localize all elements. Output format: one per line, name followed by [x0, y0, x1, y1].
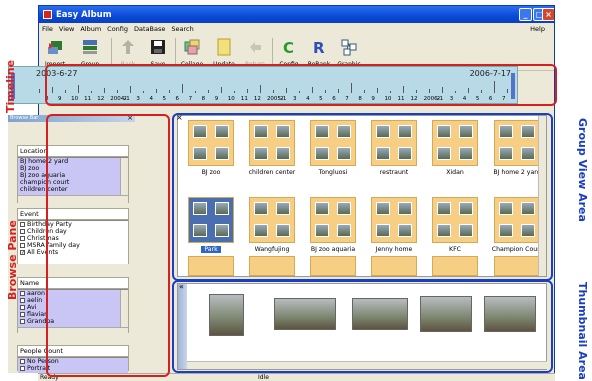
checkbox[interactable]	[20, 297, 25, 303]
config-icon: C	[283, 39, 294, 57]
timeline-highlight	[45, 64, 557, 106]
rerank-icon: R	[313, 39, 325, 57]
checkbox[interactable]	[20, 290, 25, 296]
return-icon	[250, 42, 261, 53]
import-icon	[48, 41, 62, 54]
name-label: flavian	[27, 311, 49, 318]
update-icon	[217, 38, 231, 56]
toolbar-separator	[111, 38, 112, 66]
save-icon	[151, 40, 165, 54]
minimize-button[interactable]: _	[519, 8, 532, 21]
graphic-icon	[341, 39, 357, 56]
toolbar-separator	[175, 38, 176, 66]
menu-config[interactable]: Config	[104, 25, 131, 33]
back-arrow-icon	[122, 40, 134, 54]
checkbox[interactable]	[20, 242, 25, 248]
checkbox[interactable]	[20, 304, 25, 310]
thumbnail-area-highlight	[172, 280, 553, 373]
browse-pane-highlight	[46, 114, 170, 377]
thumbnail-area-annotation: Thumbnail Area	[576, 282, 589, 380]
checkbox[interactable]	[20, 358, 25, 364]
close-button[interactable]: ×	[542, 8, 554, 21]
menu-bar: File View Album Config DataBase Search H…	[39, 23, 554, 34]
checkbox[interactable]	[20, 311, 25, 317]
window-title: Easy Album	[56, 9, 112, 20]
name-label: Avi	[27, 304, 37, 311]
menu-help[interactable]: Help	[527, 25, 548, 33]
browse-pane-annotation: Browse Pane	[6, 220, 19, 300]
checkbox[interactable]	[20, 228, 25, 234]
menu-database[interactable]: DataBase	[131, 25, 168, 33]
collage-icon	[184, 39, 200, 55]
menu-file[interactable]: File	[39, 25, 56, 33]
group-view-annotation: Group View Area	[576, 118, 589, 222]
menu-search[interactable]: Search	[168, 25, 196, 33]
svg-text:R: R	[313, 39, 325, 56]
name-label: aaron	[27, 290, 46, 297]
status-middle: Idle	[258, 374, 269, 381]
group-view-highlight	[172, 113, 553, 281]
checkbox-checked[interactable]: ✓	[20, 249, 25, 255]
checkbox[interactable]	[20, 221, 25, 227]
group-icon	[83, 40, 97, 54]
checkbox[interactable]	[20, 235, 25, 241]
menu-album[interactable]: Album	[77, 25, 104, 33]
toolbar-separator	[272, 38, 273, 66]
menu-view[interactable]: View	[56, 25, 77, 33]
checkbox[interactable]	[20, 318, 25, 324]
svg-text:C: C	[283, 39, 294, 56]
title-bar[interactable]: Easy Album _ □ ×	[39, 6, 554, 23]
app-icon	[43, 10, 52, 19]
name-label: aelin	[27, 297, 43, 304]
timeline-annotation: Timeline	[4, 59, 17, 113]
checkbox[interactable]	[20, 365, 25, 371]
